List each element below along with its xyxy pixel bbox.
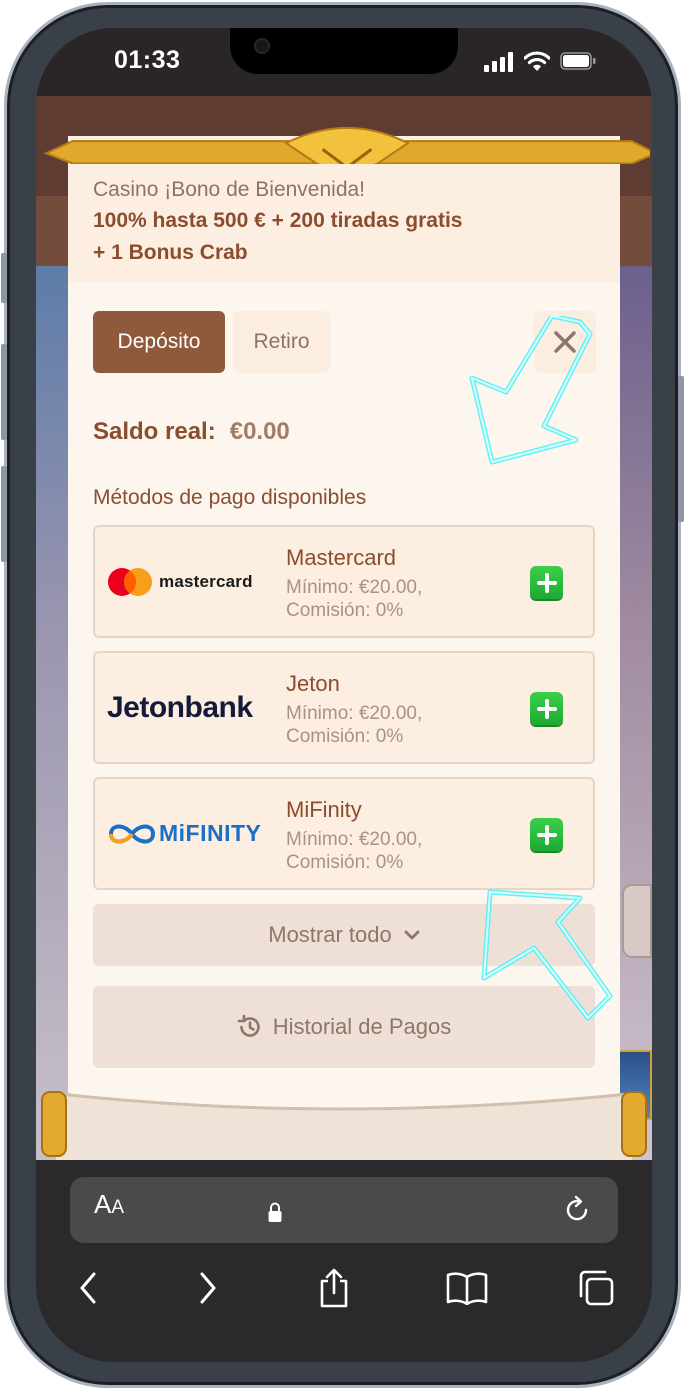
front-camera <box>254 38 270 54</box>
back-button[interactable] <box>68 1268 108 1308</box>
neon-arrow-bottom-right <box>481 889 613 1021</box>
share-button[interactable] <box>314 1268 354 1308</box>
balance: Saldo real: €0.00 <box>93 418 290 446</box>
method-fee: Comisión: 0% <box>286 852 404 873</box>
history-icon <box>237 1014 260 1037</box>
signal-icon <box>484 52 513 72</box>
method-minimum: Mínimo: €20.00, <box>286 703 423 724</box>
jetonbank-logo: Jetonbank <box>107 653 281 762</box>
plus-icon <box>536 824 557 845</box>
address-bar[interactable]: AA <box>70 1177 618 1243</box>
wifi-icon <box>524 51 550 71</box>
status-bar: 01:33 <box>36 28 652 96</box>
scroll-roll-bottom <box>41 1091 647 1160</box>
text-size-button[interactable]: AA <box>94 1189 124 1220</box>
share-icon <box>320 1268 348 1308</box>
balance-label: Saldo real: <box>93 418 216 445</box>
lock-icon <box>268 1202 282 1222</box>
bonus-extra: + 1 Bonus Crab <box>93 241 248 264</box>
battery-icon <box>560 52 596 70</box>
plus-icon <box>536 572 557 593</box>
mastercard-logo: mastercard <box>107 527 281 636</box>
bonus-offer: 100% hasta 500 € + 200 tiradas gratis <box>93 209 463 232</box>
payment-method-mifinity[interactable]: MiFINITY MiFinity Mínimo: €20.00, Comisi… <box>93 777 595 890</box>
bookmarks-button[interactable] <box>444 1268 490 1308</box>
add-jeton-button[interactable] <box>530 692 563 725</box>
method-name: MiFinity <box>286 797 362 822</box>
chevron-left-icon <box>80 1272 96 1304</box>
payment-method-jeton[interactable]: Jetonbank Jeton Mínimo: €20.00, Comisión… <box>93 651 595 764</box>
method-fee: Comisión: 0% <box>286 726 404 747</box>
method-fee: Comisión: 0% <box>286 600 404 621</box>
forward-button[interactable] <box>188 1268 228 1308</box>
method-name: Mastercard <box>286 545 397 570</box>
plus-icon <box>536 698 557 719</box>
web-content: Casino ¡Bono de Bienvenida! 100% hasta 5… <box>36 96 652 1160</box>
mifinity-logo: MiFINITY <box>107 779 281 888</box>
tabs-icon <box>579 1270 614 1306</box>
mastercard-circles-icon <box>108 567 152 596</box>
screen: 01:33 Casino ¡Bono de Bienvenida! 100% h… <box>36 28 652 1362</box>
infinity-icon <box>108 824 156 843</box>
status-time: 01:33 <box>114 46 181 74</box>
background-side-button <box>622 884 652 958</box>
mastercard-wordmark: mastercard <box>159 571 253 591</box>
chevron-down-icon <box>404 930 420 940</box>
side-button-volume-down <box>1 466 7 562</box>
side-button-silent <box>1 253 7 303</box>
method-name: Jeton <box>286 671 340 696</box>
show-all-label: Mostrar todo <box>268 922 392 947</box>
side-button-power <box>678 376 684 522</box>
method-details: Mínimo: €20.00, Comisión: 0% <box>286 702 422 748</box>
add-mifinity-button[interactable] <box>530 818 563 851</box>
method-minimum: Mínimo: €20.00, <box>286 829 423 850</box>
tabs-button[interactable] <box>576 1268 616 1308</box>
tab-withdraw[interactable]: Retiro <box>233 311 330 373</box>
method-details: Mínimo: €20.00, Comisión: 0% <box>286 828 422 874</box>
method-minimum: Mínimo: €20.00, <box>286 577 423 598</box>
book-icon <box>446 1272 488 1305</box>
mifinity-wordmark: MiFINITY <box>159 820 262 846</box>
safari-bottom-bar: AA <box>36 1160 652 1362</box>
side-button-volume-up <box>1 344 7 440</box>
tab-deposit[interactable]: Depósito <box>93 311 225 373</box>
reload-icon[interactable] <box>564 1195 592 1225</box>
neon-arrow-top-right <box>469 316 593 465</box>
payment-method-mastercard[interactable]: mastercard Mastercard Mínimo: €20.00, Co… <box>93 525 595 638</box>
jetonbank-wordmark: Jetonbank <box>107 690 253 724</box>
method-details: Mínimo: €20.00, Comisión: 0% <box>286 576 422 622</box>
payment-history-label: Historial de Pagos <box>272 1014 452 1039</box>
chevron-right-icon <box>200 1272 216 1304</box>
bonus-title: Casino ¡Bono de Bienvenida! <box>93 178 366 201</box>
add-mastercard-button[interactable] <box>530 566 563 599</box>
balance-value: €0.00 <box>229 418 290 445</box>
payment-methods-title: Métodos de pago disponibles <box>93 486 367 509</box>
scroll-rod-top <box>43 126 650 164</box>
